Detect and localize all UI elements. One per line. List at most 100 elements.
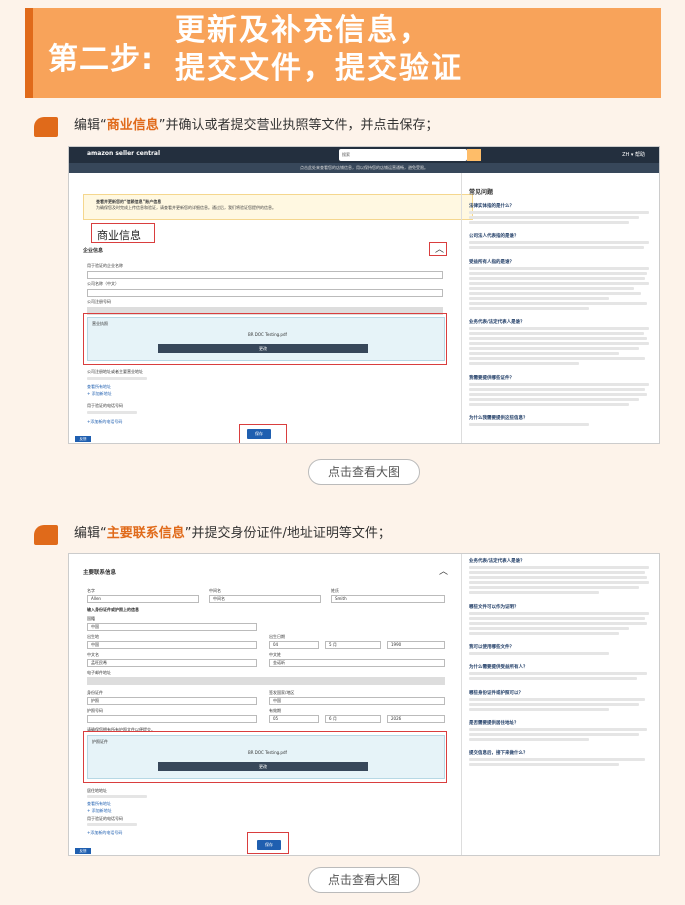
faq-question[interactable]: 哪些身份证件或护照可以？ (469, 690, 523, 696)
faq-question[interactable]: 公司法人代表指的是谁？ (469, 233, 519, 239)
faq-question[interactable]: 我需要提供哪些证件？ (469, 375, 514, 381)
highlight-save (239, 424, 287, 443)
faq-answer (469, 632, 619, 635)
search-button[interactable] (467, 149, 481, 161)
expiry-month-select[interactable]: 6 月 (325, 715, 381, 723)
faq-answer (469, 246, 644, 249)
faq-answer (469, 337, 647, 340)
faq-question[interactable]: 哪些文件可以作为证明？ (469, 604, 519, 610)
sidebar-divider (461, 173, 462, 443)
faq-answer (469, 297, 609, 300)
faq-answer (469, 738, 589, 741)
view-large-image-button[interactable]: 点击查看大图 (308, 867, 420, 893)
highlight-section-title (91, 223, 155, 243)
notice-bar: 点击此处来查看您的店铺信息，用以保持您的店铺运营通畅，避免受限。 (69, 163, 659, 173)
faq-question[interactable]: 业务代表/法定代表人是谁？ (469, 319, 525, 325)
name-pinyin-input[interactable]: 金诺昕 (269, 659, 445, 667)
add-address-link[interactable]: + 添加新地址 (87, 391, 112, 397)
faq-answer (469, 221, 629, 224)
subsection-title: 企业信息 (83, 248, 104, 254)
field-label: 公司注册号码 (87, 299, 111, 304)
faq-answer (469, 393, 647, 396)
banner-title-line2: 提交文件，提交验证 (175, 51, 463, 86)
faq-answer (469, 287, 634, 290)
instruction-business-info: 编辑“商业信息”并确认或者提交营业执照等文件，并点击保存； (74, 118, 439, 133)
faq-answer (469, 342, 649, 345)
faq-answer (469, 388, 645, 391)
faq-question[interactable]: 为什么我需要提供这些信息？ (469, 415, 528, 421)
amazon-logo: amazon seller central (87, 150, 161, 157)
expiry-day-select[interactable]: 05 (269, 715, 319, 723)
contact-section-title: 主要联系信息 (83, 570, 117, 576)
collapse-chevron-icon[interactable]: ︿ (439, 564, 448, 577)
first-name-input[interactable]: Allen (87, 595, 199, 603)
feedback-button[interactable]: 反馈 (75, 436, 91, 442)
faq-answer (469, 327, 649, 330)
expiry-label: 有效期 (269, 708, 281, 713)
faq-answer (469, 277, 645, 280)
faq-answer (469, 763, 619, 766)
faq-question[interactable]: 业务代表/法定代表人是谁？ (469, 558, 525, 564)
feedback-button[interactable]: 反馈 (75, 848, 91, 854)
screenshot-business-info: amazon seller central 搜索 ZH ▾ 帮助 点击此处来查看… (68, 146, 660, 444)
name-pinyin-label: 中文姓 (269, 652, 281, 657)
faq-answer (469, 703, 639, 706)
faq-answer (469, 241, 649, 244)
nationality-select[interactable]: 中国 (87, 623, 257, 631)
top-navbar: amazon seller central 搜索 ZH ▾ 帮助 (69, 147, 659, 163)
instruction-contact-info: 编辑“主要联系信息”并提交身份证件/地址证明等文件； (74, 526, 391, 541)
field-label: 用于验证的企业名称 (87, 263, 123, 268)
faq-answer (469, 216, 639, 219)
add-phone-link[interactable]: +添加新的电话号码 (87, 419, 122, 425)
faq-answer (469, 581, 649, 584)
masked-phone (87, 411, 137, 414)
issuer-select[interactable]: 中国 (269, 697, 445, 705)
dob-month-select[interactable]: 5 月 (325, 641, 381, 649)
doc-type-select[interactable]: 护照 (87, 697, 257, 705)
email-label: 电子邮件地址 (87, 670, 111, 675)
add-phone-link[interactable]: +添加新的电话号码 (87, 830, 122, 836)
faq-answer (469, 758, 645, 761)
dob-day-select[interactable]: 04 (269, 641, 319, 649)
faq-answer (469, 591, 599, 594)
nav-right-items[interactable]: ZH ▾ 帮助 (622, 151, 645, 158)
business-name-input[interactable] (87, 271, 443, 279)
faq-question[interactable]: 受益所有人指的是谁？ (469, 259, 514, 265)
faq-answer (469, 612, 649, 615)
name-cn-input[interactable]: 孟旺民希 (87, 659, 257, 667)
add-address-link[interactable]: + 添加新地址 (87, 808, 112, 814)
field-label: 公司名称（中文） (87, 281, 119, 286)
faq-question[interactable]: 是否需要提供居住地址？ (469, 720, 519, 726)
faq-answer (469, 617, 645, 620)
expiry-year-select[interactable]: 2026 (387, 715, 445, 723)
highlight-upload (83, 313, 447, 365)
faq-answer (469, 586, 639, 589)
faq-answer (469, 398, 639, 401)
faq-question[interactable]: 法律实体指的是什么？ (469, 203, 514, 209)
banner-title-line1: 更新及补充信息， (175, 13, 431, 48)
address-label: 居住地地址 (87, 788, 107, 793)
middle-name-label: 中间名 (209, 588, 221, 593)
banner-title: 更新及补充信息， 提交文件，提交验证 (175, 12, 463, 88)
faq-answer (469, 728, 647, 731)
passport-input[interactable] (87, 715, 257, 723)
company-name-cn-input[interactable] (87, 289, 443, 297)
warning-box: 查看并更新您的“信赖信息”账户信息 为确保您及时完成上传信息和验证，请查看并更新… (83, 194, 473, 220)
last-name-input[interactable]: Smith (331, 595, 445, 603)
faq-answer (469, 347, 639, 350)
last-name-label: 姓氏 (331, 588, 339, 593)
middle-name-input[interactable]: 中间名 (209, 595, 321, 603)
view-large-image-button[interactable]: 点击查看大图 (308, 459, 420, 485)
faq-answer (469, 677, 637, 680)
view-all-addresses-link[interactable]: 查看所有地址 (87, 384, 111, 390)
birthplace-select[interactable]: 中国 (87, 641, 257, 649)
faq-question[interactable]: 我可以使用哪些文件？ (469, 644, 514, 650)
faq-answer (469, 566, 649, 569)
view-all-addresses-link[interactable]: 查看所有地址 (87, 801, 111, 807)
search-input[interactable]: 搜索 (339, 149, 467, 161)
faq-answer (469, 423, 589, 426)
email-input[interactable] (87, 677, 445, 685)
dob-year-select[interactable]: 1990 (387, 641, 445, 649)
faq-question[interactable]: 为什么需要提供受益所有人？ (469, 664, 528, 670)
faq-question[interactable]: 提交信息后，接下来做什么？ (469, 750, 528, 756)
